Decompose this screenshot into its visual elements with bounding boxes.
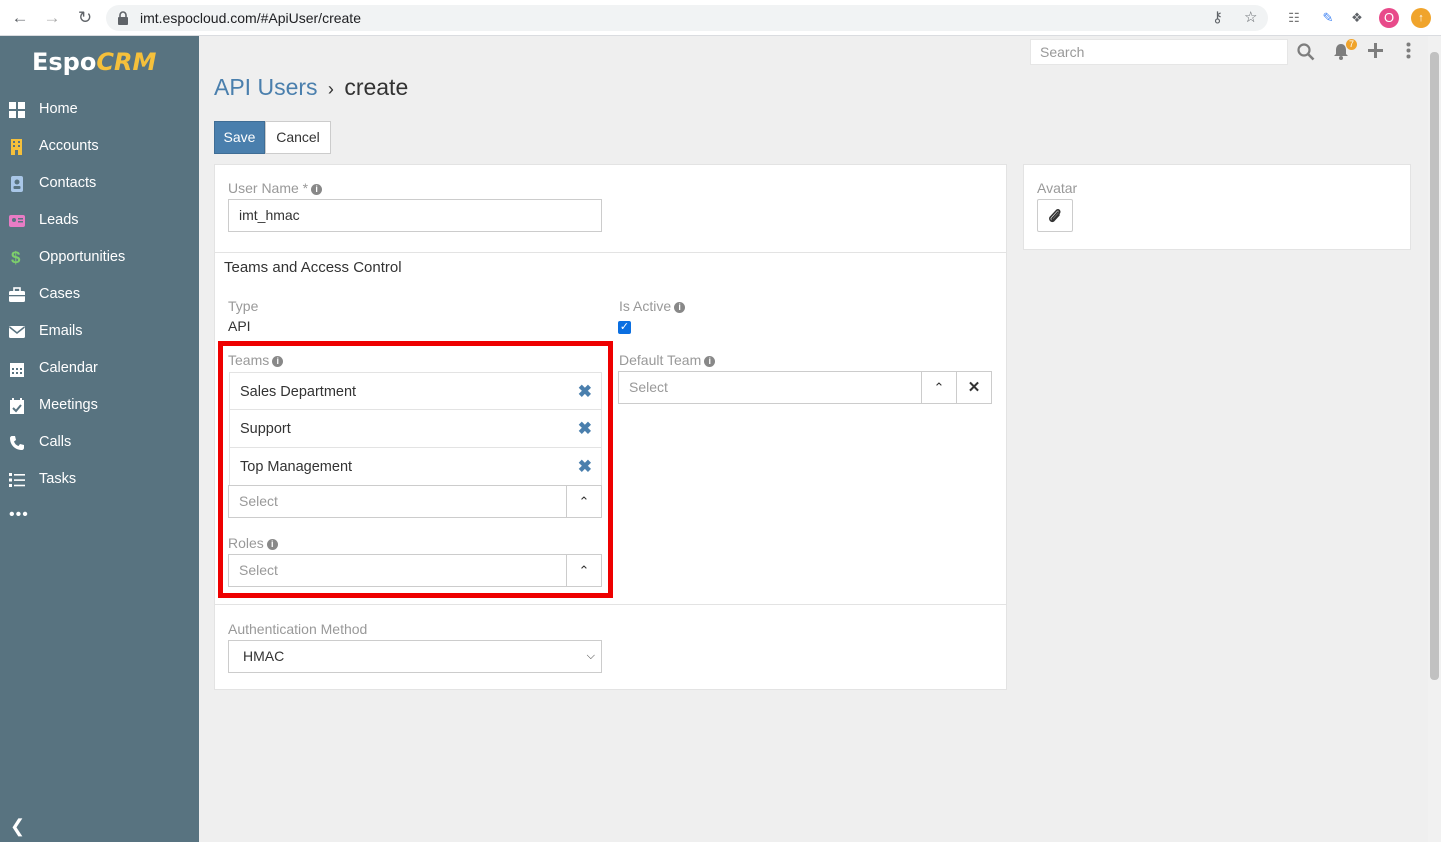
page-title: API Users › create <box>214 74 408 101</box>
sidebar-item-label: Opportunities <box>39 249 126 265</box>
sidebar-item-label: Contacts <box>39 175 97 191</box>
chevron-up-icon: ⌃ <box>933 380 945 395</box>
section-title: Teams and Access Control <box>224 259 402 276</box>
bookmark-star-icon[interactable]: ☆ <box>1244 5 1257 31</box>
home-icon <box>9 102 25 118</box>
logo[interactable]: EspoCRM <box>32 48 156 76</box>
close-icon: ✕ <box>967 379 981 396</box>
tasks-icon <box>9 473 25 487</box>
logo-accent-text: CRM <box>96 48 157 76</box>
url-text: imt.espocloud.com/#ApiUser/create <box>140 10 361 26</box>
auth-method-value: HMAC <box>243 648 285 664</box>
sidebar-item-label: Meetings <box>39 397 98 413</box>
info-icon[interactable]: i <box>311 184 323 195</box>
breadcrumb-separator: › <box>327 79 334 99</box>
breadcrumb-api-users[interactable]: API Users <box>214 74 318 100</box>
briefcase-icon <box>9 287 25 302</box>
sidebar-item-accounts[interactable]: Accounts <box>0 128 199 165</box>
extension-icon[interactable]: ☷ <box>1284 8 1304 28</box>
is-active-label: Is Active i <box>619 298 686 314</box>
default-team-select-button[interactable]: ⌃ <box>921 371 957 404</box>
sidebar-item-calendar[interactable]: Calendar <box>0 350 199 387</box>
sidebar-item-contacts[interactable]: Contacts <box>0 165 199 202</box>
save-button[interactable]: Save <box>214 121 265 154</box>
highlight-box <box>218 341 613 598</box>
sidebar-item-meetings[interactable]: Meetings <box>0 387 199 424</box>
sidebar-item-opportunities[interactable]: $ Opportunities <box>0 239 199 276</box>
avatar-label: Avatar <box>1037 180 1078 196</box>
sidebar-item-cases[interactable]: Cases <box>0 276 199 313</box>
update-icon[interactable]: ↑ <box>1411 8 1431 28</box>
envelope-icon <box>9 326 25 338</box>
section-divider <box>214 252 1007 253</box>
collapse-sidebar-icon[interactable]: ❮ <box>10 816 25 837</box>
lock-icon <box>118 11 128 25</box>
plus-icon[interactable] <box>1368 43 1383 58</box>
search-icon[interactable] <box>1297 43 1315 61</box>
browser-toolbar: ← → ↻ imt.espocloud.com/#ApiUser/create … <box>0 0 1441 36</box>
sidebar-item-emails[interactable]: Emails <box>0 313 199 350</box>
sidebar-item-tasks[interactable]: Tasks <box>0 461 199 498</box>
default-team-label: Default Team i <box>619 352 716 368</box>
breadcrumb-current: create <box>344 74 409 100</box>
calendar-check-icon <box>10 398 24 414</box>
type-value: API <box>228 318 251 334</box>
user-name-label: User Name * i <box>228 180 323 196</box>
sidebar-item-leads[interactable]: Leads <box>0 202 199 239</box>
sidebar-item-label: Accounts <box>39 138 99 154</box>
search-placeholder: Search <box>1040 44 1085 60</box>
back-icon[interactable]: ← <box>8 6 32 30</box>
profile-avatar[interactable]: O <box>1379 8 1399 28</box>
forward-icon[interactable]: → <box>40 6 64 30</box>
section-divider <box>214 604 1007 605</box>
building-icon <box>11 139 22 155</box>
more-icon[interactable]: ••• <box>9 506 29 524</box>
default-team-input[interactable]: Select <box>618 371 922 404</box>
info-icon[interactable]: i <box>704 356 716 367</box>
sidebar-item-label: Leads <box>39 212 79 228</box>
sidebar-item-label: Calls <box>39 434 72 450</box>
logo-text: Espo <box>32 48 97 76</box>
is-active-checkbox[interactable]: ✓ <box>618 321 631 334</box>
sidebar-item-calls[interactable]: Calls <box>0 424 199 461</box>
sidebar-item-label: Cases <box>39 286 81 302</box>
info-icon[interactable]: i <box>674 302 686 313</box>
chevron-down-icon: ⌵ <box>586 650 595 662</box>
auth-method-label: Authentication Method <box>228 621 368 637</box>
dollar-icon: $ <box>11 248 21 267</box>
sidebar-item-label: Emails <box>39 323 83 339</box>
user-name-input[interactable]: imt_hmac <box>228 199 602 232</box>
reload-icon[interactable]: ↻ <box>73 6 97 30</box>
contact-card-icon <box>11 176 23 192</box>
global-search-input[interactable]: Search <box>1030 39 1288 65</box>
notification-badge: 7 <box>1346 39 1358 50</box>
paperclip-icon <box>1049 209 1061 223</box>
id-card-icon <box>9 215 25 227</box>
sidebar-item-label: Tasks <box>39 471 77 487</box>
sidebar-item-label: Calendar <box>39 360 98 376</box>
avatar-attach-button[interactable] <box>1037 199 1073 232</box>
avatar-panel <box>1023 164 1411 250</box>
calendar-icon <box>10 363 24 377</box>
sidebar-item-label: Home <box>39 101 78 117</box>
sidebar-item-home[interactable]: Home <box>0 91 199 128</box>
key-icon[interactable]: ⚷ <box>1212 5 1223 31</box>
auth-method-select[interactable]: HMAC ⌵ <box>228 640 602 673</box>
type-label: Type <box>228 298 259 314</box>
pen-extension-icon[interactable]: ✎ <box>1318 8 1338 28</box>
default-team-clear-button[interactable]: ✕ <box>956 371 992 404</box>
scrollbar-thumb[interactable] <box>1430 52 1439 680</box>
menu-kebab-icon[interactable] <box>1406 42 1411 59</box>
puzzle-icon[interactable]: ❖ <box>1347 8 1367 28</box>
cancel-button[interactable]: Cancel <box>265 121 331 154</box>
phone-icon <box>10 436 24 450</box>
address-bar[interactable]: imt.espocloud.com/#ApiUser/create ⚷ ☆ <box>106 5 1268 31</box>
sidebar: EspoCRM Home Accounts Contacts Leads $ O… <box>0 36 199 842</box>
